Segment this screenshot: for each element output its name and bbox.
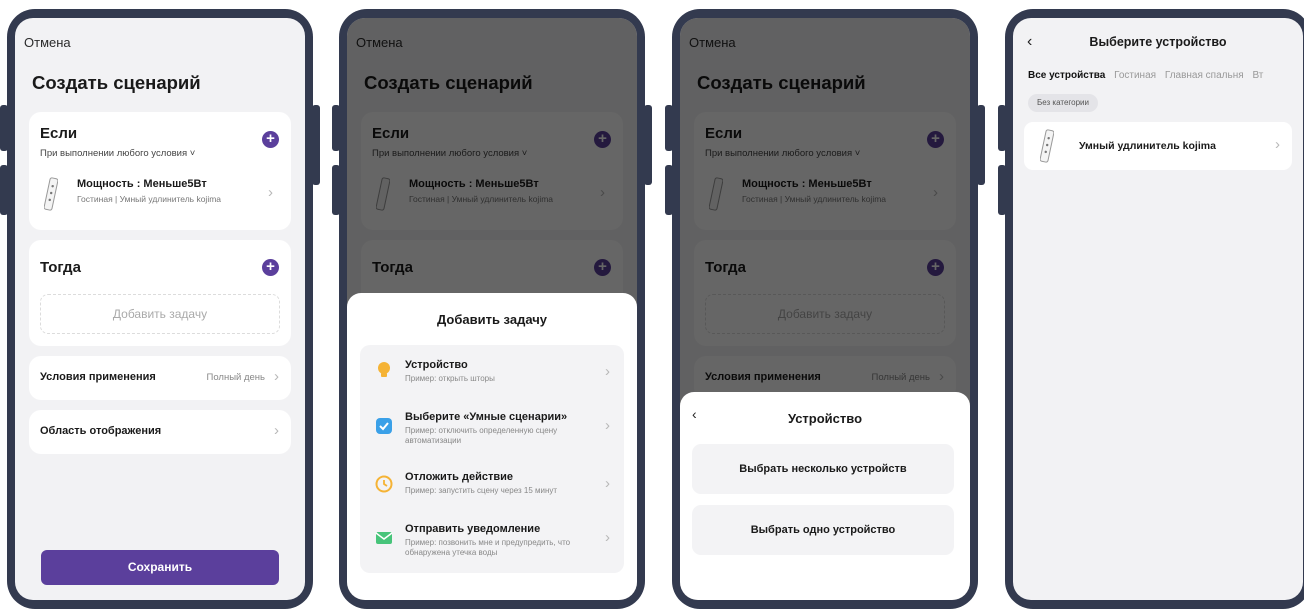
add-task-button[interactable]: Добавить задачу bbox=[40, 294, 280, 334]
lightbulb-icon bbox=[378, 362, 390, 377]
phone-frame-2: Отмена Создать сценарий Если При выполне… bbox=[332, 9, 652, 609]
create-scenario-screen: Отмена Создать сценарий Если При выполне… bbox=[347, 18, 637, 600]
tab-master-bedroom[interactable]: Главная спальня bbox=[1165, 70, 1244, 81]
select-multiple-devices-button[interactable]: Выбрать несколько устройств bbox=[692, 444, 954, 494]
condition-subtitle: Гостиная | Умный удлинитель kojima bbox=[77, 194, 222, 204]
chevron-right-icon: › bbox=[605, 475, 610, 492]
task-example: Пример: позвонить мне и предупредить, чт… bbox=[405, 538, 571, 557]
task-name: Отправить уведомление bbox=[405, 523, 541, 535]
create-scenario-screen: Отмена Создать сценарий Если При выполне… bbox=[680, 18, 970, 600]
side-button bbox=[998, 165, 1006, 215]
side-button bbox=[644, 105, 652, 185]
page-title: Выберите устройство bbox=[1089, 35, 1227, 49]
condition-mode-dropdown[interactable]: При выполнении любого условия ˅ bbox=[40, 148, 195, 159]
task-list: Устройство Пример: открыть шторы › Выбер… bbox=[360, 345, 624, 573]
side-button bbox=[665, 165, 673, 215]
task-example: Пример: открыть шторы bbox=[405, 374, 495, 383]
save-button[interactable]: Сохранить bbox=[41, 550, 279, 585]
chevron-right-icon: › bbox=[274, 368, 279, 385]
chevron-right-icon: › bbox=[274, 422, 279, 439]
side-button bbox=[332, 165, 340, 215]
header: ‹ Выберите устройство bbox=[1013, 32, 1303, 56]
if-heading: Если bbox=[40, 125, 78, 142]
category-chip[interactable]: Без категории bbox=[1028, 94, 1098, 112]
display-area-row[interactable]: Область отображения › bbox=[29, 410, 291, 454]
side-button bbox=[977, 105, 985, 185]
side-button bbox=[332, 105, 340, 151]
then-card: Тогда + Добавить задачу bbox=[29, 240, 291, 346]
conditions-label: Условия применения bbox=[40, 371, 156, 383]
room-tabs: Все устройства Гостиная Главная спальня … bbox=[1028, 70, 1269, 81]
task-name: Выберите «Умные сценарии» bbox=[405, 411, 568, 423]
chevron-right-icon: › bbox=[268, 184, 273, 201]
side-button bbox=[312, 105, 320, 185]
side-button bbox=[665, 105, 673, 151]
tab-truncated[interactable]: Вт bbox=[1252, 70, 1263, 81]
phone-frame-1: Отмена Создать сценарий Если При выполне… bbox=[0, 9, 320, 609]
tab-living-room[interactable]: Гостиная bbox=[1114, 70, 1156, 81]
task-name: Устройство bbox=[405, 359, 468, 371]
chevron-right-icon: › bbox=[605, 363, 610, 380]
side-button bbox=[0, 105, 8, 151]
select-device-screen: ‹ Выберите устройство Все устройства Гос… bbox=[1013, 18, 1303, 600]
power-strip-icon bbox=[44, 177, 58, 211]
task-example: Пример: запустить сцену через 15 минут bbox=[405, 486, 558, 495]
tab-all-devices[interactable]: Все устройства bbox=[1028, 70, 1105, 81]
task-example: Пример: отключить определенную сцену авт… bbox=[405, 426, 558, 445]
display-area-label: Область отображения bbox=[40, 425, 162, 437]
task-option-delay[interactable]: Отложить действие Пример: запустить сцен… bbox=[360, 471, 624, 521]
clock-icon bbox=[375, 475, 393, 493]
cancel-button[interactable]: Отмена bbox=[24, 35, 71, 50]
conditions-row[interactable]: Условия применения Полный день › bbox=[29, 356, 291, 400]
select-one-device-button[interactable]: Выбрать одно устройство bbox=[692, 505, 954, 555]
device-list-item[interactable]: Умный удлинитель kojima › bbox=[1024, 122, 1292, 170]
power-strip-icon bbox=[1040, 129, 1054, 163]
if-card: Если При выполнении любого условия ˅ + М… bbox=[29, 112, 291, 230]
task-option-smart-scenes[interactable]: Выберите «Умные сценарии» Пример: отключ… bbox=[360, 411, 624, 461]
add-condition-button[interactable]: + bbox=[262, 131, 279, 148]
side-button bbox=[998, 105, 1006, 151]
condition-name: Мощность : Меньше5Вт bbox=[77, 178, 207, 190]
chevron-right-icon: › bbox=[605, 529, 610, 546]
checkbox-icon bbox=[376, 418, 392, 434]
task-option-device[interactable]: Устройство Пример: открыть шторы › bbox=[360, 359, 624, 409]
add-task-sheet: Добавить задачу Устройство Пример: откры… bbox=[347, 293, 637, 600]
page-title: Создать сценарий bbox=[32, 72, 201, 93]
sheet-title: Добавить задачу bbox=[436, 312, 548, 327]
device-select-sheet: ‹ Устройство Выбрать несколько устройств… bbox=[680, 392, 970, 600]
chevron-right-icon: › bbox=[1275, 136, 1280, 153]
conditions-value: Полный день bbox=[206, 372, 266, 383]
then-heading: Тогда bbox=[40, 259, 81, 276]
create-scenario-screen: Отмена Создать сценарий Если При выполне… bbox=[15, 18, 305, 600]
phone-frame-4: ‹ Выберите устройство Все устройства Гос… bbox=[998, 9, 1304, 609]
envelope-icon bbox=[375, 532, 393, 544]
phone-frame-3: Отмена Создать сценарий Если При выполне… bbox=[665, 9, 985, 609]
side-button bbox=[0, 165, 8, 215]
sheet-title: Устройство bbox=[787, 411, 863, 426]
task-option-notification[interactable]: Отправить уведомление Пример: позвонить … bbox=[360, 523, 624, 573]
condition-row[interactable]: Мощность : Меньше5Вт Гостиная | Умный уд… bbox=[40, 174, 280, 214]
add-action-button[interactable]: + bbox=[262, 259, 279, 276]
chevron-right-icon: › bbox=[605, 417, 610, 434]
device-name: Умный удлинитель kojima bbox=[1079, 140, 1216, 152]
task-name: Отложить действие bbox=[405, 471, 513, 483]
